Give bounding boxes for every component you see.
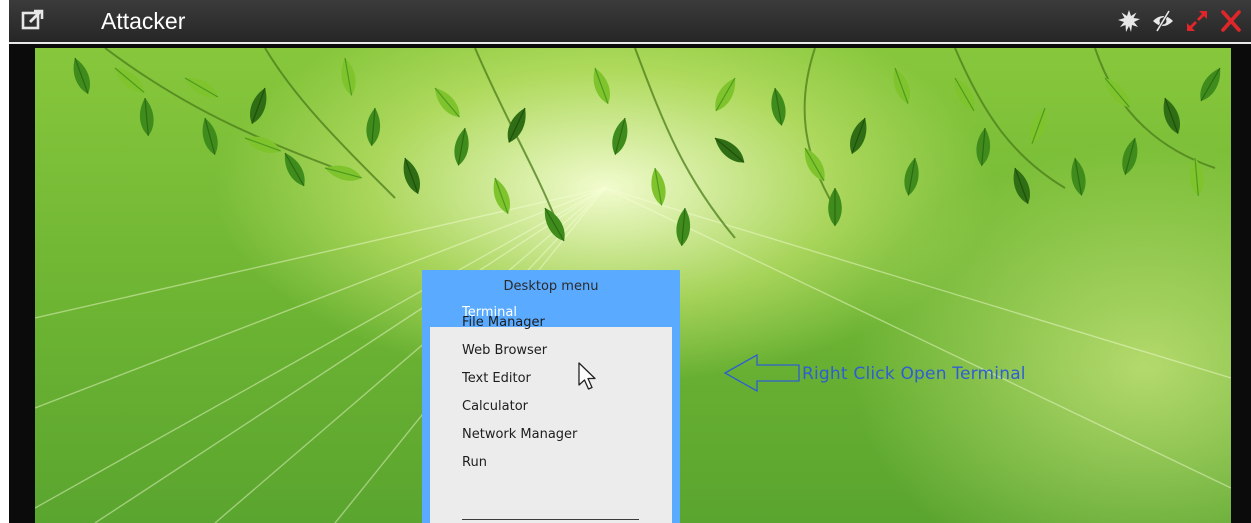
visibility-icon[interactable] xyxy=(1151,9,1175,33)
settings-icon[interactable] xyxy=(1117,9,1141,33)
menu-item-file-manager[interactable]: File Manager xyxy=(430,309,672,337)
menu-item-network-manager[interactable]: Network Manager xyxy=(430,421,672,449)
desktop-background[interactable]: Desktop menu Terminal File Manager Web B… xyxy=(35,48,1231,523)
menu-separator xyxy=(462,519,639,520)
leaf-canopy xyxy=(68,48,1227,248)
menu-item-run[interactable]: Run xyxy=(430,449,672,477)
left-arrow-icon xyxy=(723,353,800,393)
window-title: Attacker xyxy=(101,8,186,34)
menu-item-calculator[interactable]: Calculator xyxy=(430,393,672,421)
annotation-label: Right Click Open Terminal xyxy=(802,364,1026,384)
menu-title: Desktop menu xyxy=(503,279,599,294)
vm-screen: Desktop menu Terminal File Manager Web B… xyxy=(9,44,1251,523)
mouse-cursor-icon xyxy=(578,362,596,390)
resize-icon[interactable] xyxy=(1185,9,1209,33)
vm-window: Attacker Desktop menu Terminal File Mana… xyxy=(9,0,1251,523)
window-titlebar: Attacker xyxy=(9,0,1251,44)
close-icon[interactable] xyxy=(1219,9,1243,33)
desktop-context-menu: Desktop menu Terminal File Manager Web B… xyxy=(422,270,680,523)
menu-item-text-editor[interactable]: Text Editor xyxy=(430,365,672,393)
popout-icon[interactable] xyxy=(21,8,45,32)
menu-list: Terminal File Manager Web Browser Text E… xyxy=(430,299,672,523)
menu-item-web-browser[interactable]: Web Browser xyxy=(430,337,672,365)
